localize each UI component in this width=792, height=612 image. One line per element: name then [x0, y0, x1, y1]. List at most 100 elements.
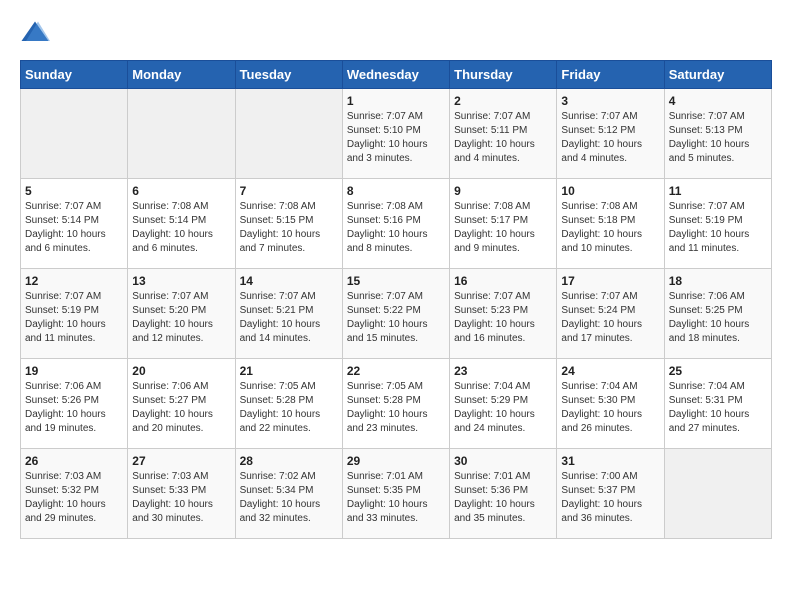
calendar-cell: 6Sunrise: 7:08 AM Sunset: 5:14 PM Daylig…	[128, 179, 235, 269]
day-number: 4	[669, 94, 767, 108]
calendar-cell: 14 Sunrise: 7:07 AM Sunset: 5:21 PM Dayli…	[235, 269, 342, 359]
calendar-week-row: 12Sunrise: 7:07 AM Sunset: 5:19 PM Dayli…	[21, 269, 772, 359]
calendar-cell: 16 Sunrise: 7:07 AM Sunset: 5:23 PM Dayli…	[450, 269, 557, 359]
day-info: Sunrise: 7:00 AM Sunset: 5:37 PM Dayligh…	[561, 470, 659, 526]
day-number: 8	[347, 184, 445, 198]
day-info: Sunrise: 7:08 AM Sunset: 5:16 PM Dayligh…	[347, 200, 445, 256]
calendar-cell: 17 Sunrise: 7:07 AM Sunset: 5:24 PM Dayli…	[557, 269, 664, 359]
day-number: 24	[561, 364, 659, 378]
weekday-header: Friday	[557, 61, 664, 89]
calendar-cell: 31 Sunrise: 7:00 AM Sunset: 5:37 PM Dayli…	[557, 449, 664, 539]
day-number: 21	[240, 364, 338, 378]
calendar-week-row: 1Sunrise: 7:07 AM Sunset: 5:10 PM Daylig…	[21, 89, 772, 179]
calendar-cell: 30 Sunrise: 7:01 AM Sunset: 5:36 PM Dayli…	[450, 449, 557, 539]
weekday-header: Wednesday	[342, 61, 449, 89]
day-number: 20	[132, 364, 230, 378]
day-number: 5	[25, 184, 123, 198]
weekday-header-row: SundayMondayTuesdayWednesdayThursdayFrid…	[21, 61, 772, 89]
day-number: 9	[454, 184, 552, 198]
day-number: 17	[561, 274, 659, 288]
page-header	[20, 20, 772, 44]
calendar-cell: 11 Sunrise: 7:07 AM Sunset: 5:19 PM Dayli…	[664, 179, 771, 269]
calendar-cell	[664, 449, 771, 539]
day-info: Sunrise: 7:08 AM Sunset: 5:15 PM Dayligh…	[240, 200, 338, 256]
logo-icon	[20, 20, 50, 44]
calendar-cell: 21Sunrise: 7:05 AM Sunset: 5:28 PM Dayli…	[235, 359, 342, 449]
day-number: 25	[669, 364, 767, 378]
calendar-cell: 5 Sunrise: 7:07 AM Sunset: 5:14 PM Daylig…	[21, 179, 128, 269]
day-number: 30	[454, 454, 552, 468]
day-number: 6	[132, 184, 230, 198]
day-info: Sunrise: 7:07 AM Sunset: 5:23 PM Dayligh…	[454, 290, 552, 346]
day-number: 10	[561, 184, 659, 198]
day-info: Sunrise: 7:03 AM Sunset: 5:32 PM Dayligh…	[25, 470, 123, 526]
calendar-cell	[235, 89, 342, 179]
calendar-cell: 28Sunrise: 7:02 AM Sunset: 5:34 PM Dayli…	[235, 449, 342, 539]
calendar-cell: 26 Sunrise: 7:03 AM Sunset: 5:32 PM Dayli…	[21, 449, 128, 539]
calendar-cell: 9 Sunrise: 7:08 AM Sunset: 5:17 PM Daylig…	[450, 179, 557, 269]
day-info: Sunrise: 7:01 AM Sunset: 5:35 PM Dayligh…	[347, 470, 445, 526]
day-number: 26	[25, 454, 123, 468]
calendar-cell: 3 Sunrise: 7:07 AM Sunset: 5:12 PM Daylig…	[557, 89, 664, 179]
day-number: 23	[454, 364, 552, 378]
day-number: 1	[347, 94, 445, 108]
day-number: 15	[347, 274, 445, 288]
day-info: Sunrise: 7:07 AM Sunset: 5:19 PM Dayligh…	[25, 290, 123, 346]
day-info: Sunrise: 7:07 AM Sunset: 5:20 PM Dayligh…	[132, 290, 230, 346]
weekday-header: Tuesday	[235, 61, 342, 89]
calendar-cell: 29 Sunrise: 7:01 AM Sunset: 5:35 PM Dayli…	[342, 449, 449, 539]
calendar-cell: 27 Sunrise: 7:03 AM Sunset: 5:33 PM Dayli…	[128, 449, 235, 539]
day-number: 18	[669, 274, 767, 288]
day-info: Sunrise: 7:07 AM Sunset: 5:21 PM Dayligh…	[240, 290, 338, 346]
calendar-cell: 12Sunrise: 7:07 AM Sunset: 5:19 PM Dayli…	[21, 269, 128, 359]
day-number: 7	[240, 184, 338, 198]
day-number: 11	[669, 184, 767, 198]
weekday-header: Thursday	[450, 61, 557, 89]
calendar-cell: 7 Sunrise: 7:08 AM Sunset: 5:15 PM Daylig…	[235, 179, 342, 269]
day-info: Sunrise: 7:04 AM Sunset: 5:31 PM Dayligh…	[669, 380, 767, 436]
day-info: Sunrise: 7:03 AM Sunset: 5:33 PM Dayligh…	[132, 470, 230, 526]
weekday-header: Monday	[128, 61, 235, 89]
calendar-cell: 22 Sunrise: 7:05 AM Sunset: 5:28 PM Dayli…	[342, 359, 449, 449]
day-info: Sunrise: 7:07 AM Sunset: 5:22 PM Dayligh…	[347, 290, 445, 346]
day-info: Sunrise: 7:05 AM Sunset: 5:28 PM Dayligh…	[347, 380, 445, 436]
calendar-cell: 23 Sunrise: 7:04 AM Sunset: 5:29 PM Dayli…	[450, 359, 557, 449]
day-info: Sunrise: 7:04 AM Sunset: 5:30 PM Dayligh…	[561, 380, 659, 436]
calendar-cell	[128, 89, 235, 179]
day-number: 14	[240, 274, 338, 288]
weekday-header: Saturday	[664, 61, 771, 89]
calendar-week-row: 19Sunrise: 7:06 AM Sunset: 5:26 PM Dayli…	[21, 359, 772, 449]
day-number: 22	[347, 364, 445, 378]
day-info: Sunrise: 7:08 AM Sunset: 5:17 PM Dayligh…	[454, 200, 552, 256]
day-info: Sunrise: 7:07 AM Sunset: 5:14 PM Dayligh…	[25, 200, 123, 256]
day-info: Sunrise: 7:04 AM Sunset: 5:29 PM Dayligh…	[454, 380, 552, 436]
day-info: Sunrise: 7:01 AM Sunset: 5:36 PM Dayligh…	[454, 470, 552, 526]
day-number: 29	[347, 454, 445, 468]
calendar-cell: 19Sunrise: 7:06 AM Sunset: 5:26 PM Dayli…	[21, 359, 128, 449]
calendar-cell: 1Sunrise: 7:07 AM Sunset: 5:10 PM Daylig…	[342, 89, 449, 179]
day-info: Sunrise: 7:08 AM Sunset: 5:18 PM Dayligh…	[561, 200, 659, 256]
day-number: 13	[132, 274, 230, 288]
day-number: 16	[454, 274, 552, 288]
day-info: Sunrise: 7:07 AM Sunset: 5:12 PM Dayligh…	[561, 110, 659, 166]
day-info: Sunrise: 7:07 AM Sunset: 5:13 PM Dayligh…	[669, 110, 767, 166]
logo	[20, 20, 54, 44]
day-info: Sunrise: 7:07 AM Sunset: 5:24 PM Dayligh…	[561, 290, 659, 346]
day-number: 31	[561, 454, 659, 468]
calendar-cell: 15 Sunrise: 7:07 AM Sunset: 5:22 PM Dayli…	[342, 269, 449, 359]
day-info: Sunrise: 7:07 AM Sunset: 5:19 PM Dayligh…	[669, 200, 767, 256]
calendar-cell: 24 Sunrise: 7:04 AM Sunset: 5:30 PM Dayli…	[557, 359, 664, 449]
calendar-week-row: 5 Sunrise: 7:07 AM Sunset: 5:14 PM Daylig…	[21, 179, 772, 269]
calendar-cell: 18 Sunrise: 7:06 AM Sunset: 5:25 PM Dayli…	[664, 269, 771, 359]
day-number: 2	[454, 94, 552, 108]
day-number: 27	[132, 454, 230, 468]
day-info: Sunrise: 7:02 AM Sunset: 5:34 PM Dayligh…	[240, 470, 338, 526]
weekday-header: Sunday	[21, 61, 128, 89]
calendar-cell: 4 Sunrise: 7:07 AM Sunset: 5:13 PM Daylig…	[664, 89, 771, 179]
day-info: Sunrise: 7:06 AM Sunset: 5:25 PM Dayligh…	[669, 290, 767, 346]
calendar-cell: 20Sunrise: 7:06 AM Sunset: 5:27 PM Dayli…	[128, 359, 235, 449]
day-number: 3	[561, 94, 659, 108]
calendar-cell: 8 Sunrise: 7:08 AM Sunset: 5:16 PM Daylig…	[342, 179, 449, 269]
calendar-cell	[21, 89, 128, 179]
day-info: Sunrise: 7:07 AM Sunset: 5:11 PM Dayligh…	[454, 110, 552, 166]
